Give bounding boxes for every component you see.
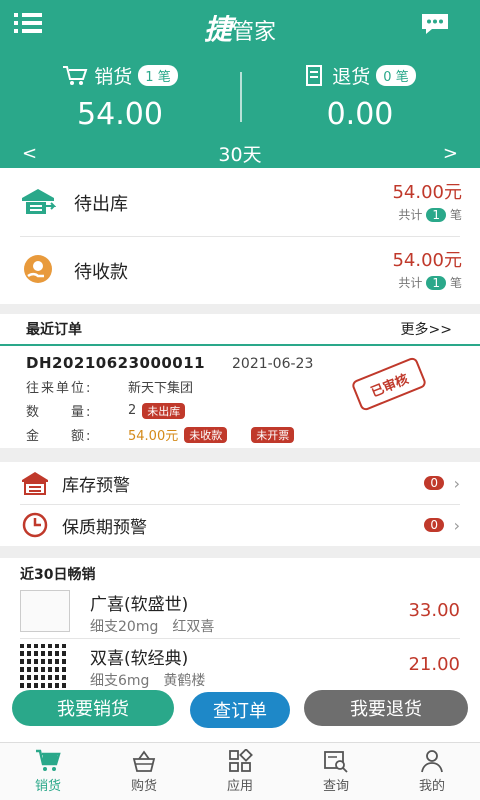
pending-outbound-label: 待出库 [74,194,128,215]
pending-section: 待出库 54.00元 共计 1 笔 待收款 54.00元 共计 1 笔 [0,168,480,304]
expiry-warning-label: 保质期预警 [62,517,147,538]
tab-purchase-label: 购货 [130,779,157,794]
basket-icon [132,750,156,772]
clock-icon [22,512,48,538]
tab-sales[interactable]: 销货 [0,743,96,800]
action-bar: 我要销货 查订单 我要退货 [0,690,480,734]
product-qr-image [20,644,68,688]
return-count-badge: 0 笔 [376,65,416,86]
order-date: 2021-06-23 [232,356,314,372]
qty-value: 2 [128,403,137,418]
return-doc-icon [306,64,323,86]
expiry-warning-count: 0 [424,518,444,532]
tab-profile-label: 我的 [418,779,445,794]
recent-orders-section: 最近订单 更多>> DH20210623000011 2021-06-23 往来… [0,314,480,448]
return-button[interactable]: 我要退货 [304,690,468,726]
stock-warning-row[interactable]: 库存预警 0 › [0,462,480,504]
period-label: 30天 [218,143,262,166]
more-link[interactable]: 更多>> [401,319,452,339]
stock-warehouse-icon [22,472,48,495]
tab-purchase[interactable]: 购货 [96,743,192,800]
query-order-button[interactable]: 查订单 [190,692,290,728]
money-hand-icon [24,255,52,283]
order-amount-row: 金 额: 54.00元 未收款 未开票 [26,425,454,444]
apps-grid-icon [229,749,253,772]
sell-button[interactable]: 我要销货 [12,690,174,726]
bottom-nav: 销货 购货 应用 查询 我的 [0,742,480,800]
chevron-right-icon: › [453,515,460,535]
count-prefix: 共计 [398,208,423,222]
amount-value: 54.00元 [128,429,179,444]
count-badge: 1 [426,207,446,222]
recent-orders-header: 最近订单 更多>> [0,314,480,346]
stock-warning-count: 0 [424,476,444,490]
period-selector: < 30天 > [0,140,480,166]
count-prefix: 共计 [398,276,423,290]
search-doc-icon [324,751,348,773]
app-logo: 捷管家 [0,8,480,48]
sales-count-badge: 1 笔 [138,65,178,86]
user-icon [421,750,443,773]
tab-profile[interactable]: 我的 [384,743,480,800]
amount-label: 金 额: [26,429,93,444]
order-qty-row: 数 量: 2 未出库 [26,401,454,420]
stock-warning-label: 库存预警 [62,475,130,496]
pending-outbound-row[interactable]: 待出库 54.00元 共计 1 笔 [0,168,480,236]
product-price: 21.00 [408,654,460,675]
recent-orders-title: 最近订单 [26,322,82,338]
tab-sales-label: 销货 [34,779,61,794]
status-badge-payment: 未收款 [184,426,228,443]
count-badge: 1 [426,275,446,290]
product-spec: 细支20mg 红双喜 [90,619,215,635]
count-suffix: 笔 [449,276,462,290]
status-badge-outbound: 未出库 [142,402,186,419]
pending-payment-amount: 54.00元 [392,250,462,271]
sales-amount: 54.00 [77,97,163,132]
logo-big: 捷 [203,13,232,46]
logo-rest: 管家 [232,20,277,45]
unit-label: 往来单位: [26,381,93,396]
cart-icon [36,749,61,771]
return-label: 退货 [332,66,371,88]
tab-query[interactable]: 查询 [288,743,384,800]
tab-apps-label: 应用 [226,779,253,794]
sales-label: 销货 [94,66,133,88]
status-badge-invoice: 未开票 [251,426,295,443]
product-price: 33.00 [408,600,460,621]
tab-apps[interactable]: 应用 [192,743,288,800]
product-image-placeholder [20,590,70,632]
cart-icon [63,65,88,85]
tab-query-label: 查询 [322,779,349,794]
expiry-warning-row[interactable]: 保质期预警 0 › [0,504,480,546]
product-name: 双喜(软经典) [90,649,189,669]
pending-outbound-count: 共计 1 笔 [398,206,462,223]
warnings-section: 库存预警 0 › 保质期预警 0 › [0,462,480,546]
count-suffix: 笔 [449,208,462,222]
message-icon[interactable] [420,12,450,36]
sales-stat[interactable]: 销货 1 笔 54.00 [0,62,240,132]
order-card[interactable]: DH20210623000011 2021-06-23 往来单位: 新天下集团 … [0,346,480,452]
item-divider [20,638,460,639]
list-item[interactable]: 广喜(软盛世) 细支20mg 红双喜 33.00 [0,586,480,638]
pending-payment-row[interactable]: 待收款 54.00元 共计 1 笔 [0,236,480,304]
unit-value: 新天下集团 [128,381,194,396]
product-spec: 细支6mg 黄鹤楼 [90,673,206,689]
header: 捷管家 销货 1 笔 54.00 退货 0 笔 0.00 < 30天 > [0,0,480,168]
return-amount: 0.00 [326,97,394,132]
prev-period-arrow[interactable]: < [22,143,37,164]
pending-payment-count: 共计 1 笔 [398,274,462,291]
product-name: 广喜(软盛世) [90,595,189,615]
pending-payment-label: 待收款 [74,262,128,283]
next-period-arrow[interactable]: > [443,143,458,164]
chevron-right-icon: › [453,473,460,493]
return-stat[interactable]: 退货 0 笔 0.00 [240,62,480,132]
pending-outbound-amount: 54.00元 [392,182,462,203]
warehouse-icon [22,189,56,214]
qty-label: 数 量: [26,405,93,420]
list-item[interactable]: 双喜(软经典) 细支6mg 黄鹤楼 21.00 [0,640,480,692]
